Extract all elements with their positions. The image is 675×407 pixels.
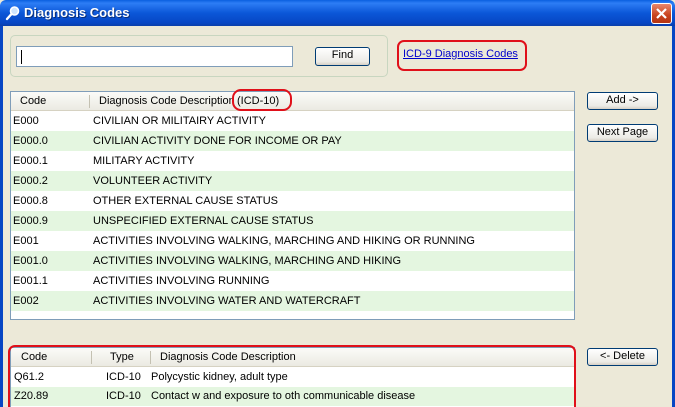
table-header: Code Diagnosis Code Description (ICD-10) xyxy=(11,92,574,111)
table-row[interactable]: E000 CIVILIAN OR MILITAIRY ACTIVITY xyxy=(11,111,574,131)
description-cell: VOLUNTEER ACTIVITY xyxy=(93,175,213,187)
description-cell: OTHER EXTERNAL CAUSE STATUS xyxy=(93,195,278,207)
code-cell: E001.1 xyxy=(13,275,48,287)
description-cell: UNSPECIFIED EXTERNAL CAUSE STATUS xyxy=(93,215,314,227)
search-input[interactable] xyxy=(16,46,293,67)
add-button[interactable]: Add -> xyxy=(587,92,658,110)
table-row[interactable]: E001.0 ACTIVITIES INVOLVING WALKING, MARC… xyxy=(11,251,574,271)
column-header-description[interactable]: Diagnosis Code Description xyxy=(99,95,235,107)
code-cell: E000.2 xyxy=(13,175,48,187)
table-row[interactable]: E000.0 CIVILIAN ACTIVITY DONE FOR INCOME … xyxy=(11,131,574,151)
description-cell: ACTIVITIES INVOLVING WALKING, MARCHING A… xyxy=(93,255,402,267)
description-cell: ACTIVITIES INVOLVING WATER AND WATERCRAF… xyxy=(93,295,361,307)
code-cell: E001.0 xyxy=(13,255,48,267)
code-cell: E000 xyxy=(13,115,39,127)
table-row[interactable]: E001 ACTIVITIES INVOLVING WALKING, MARCHI… xyxy=(11,231,574,251)
close-icon xyxy=(656,8,667,19)
delete-button[interactable]: <- Delete xyxy=(587,348,658,366)
code-cell: E001 xyxy=(13,235,39,247)
code-cell: E000.1 xyxy=(13,155,48,167)
code-cell: E000.9 xyxy=(13,215,48,227)
description-cell: MILITARY ACTIVITY xyxy=(93,155,195,167)
description-cell: ACTIVITIES INVOLVING WALKING, MARCHING A… xyxy=(93,235,475,247)
magnifier-icon xyxy=(5,6,20,21)
table-body: E000 CIVILIAN OR MILITAIRY ACTIVITY E000.… xyxy=(11,111,574,311)
window-title: Diagnosis Codes xyxy=(24,5,130,20)
column-header-code[interactable]: Code xyxy=(20,95,46,107)
highlight-ring-link xyxy=(397,40,527,71)
next-page-button[interactable]: Next Page xyxy=(587,124,658,142)
code-cell: E000.0 xyxy=(13,135,48,147)
description-cell: ACTIVITIES INVOLVING RUNNING xyxy=(93,275,270,287)
diagnosis-codes-table[interactable]: Code Diagnosis Code Description (ICD-10)… xyxy=(10,91,575,320)
code-cell: E002 xyxy=(13,295,39,307)
table-row[interactable]: E001.1 ACTIVITIES INVOLVING RUNNING xyxy=(11,271,574,291)
description-cell: CIVILIAN ACTIVITY DONE FOR INCOME OR PAY xyxy=(93,135,342,147)
close-button[interactable] xyxy=(651,3,672,24)
table-row[interactable]: E000.8 OTHER EXTERNAL CAUSE STATUS xyxy=(11,191,574,211)
text-caret xyxy=(21,50,22,64)
find-button[interactable]: Find xyxy=(315,47,370,66)
description-cell: CIVILIAN OR MILITAIRY ACTIVITY xyxy=(93,115,266,127)
title-bar[interactable]: Diagnosis Codes xyxy=(0,0,675,26)
highlight-ring-selected xyxy=(8,345,576,407)
highlight-ring-icd10 xyxy=(232,89,292,111)
table-row[interactable]: E002 ACTIVITIES INVOLVING WATER AND WATER… xyxy=(11,291,574,311)
code-cell: E000.8 xyxy=(13,195,48,207)
table-row[interactable]: E000.2 VOLUNTEER ACTIVITY xyxy=(11,171,574,191)
table-row[interactable]: E000.1 MILITARY ACTIVITY xyxy=(11,151,574,171)
table-row[interactable]: E000.9 UNSPECIFIED EXTERNAL CAUSE STATUS xyxy=(11,211,574,231)
column-divider[interactable] xyxy=(89,95,90,108)
